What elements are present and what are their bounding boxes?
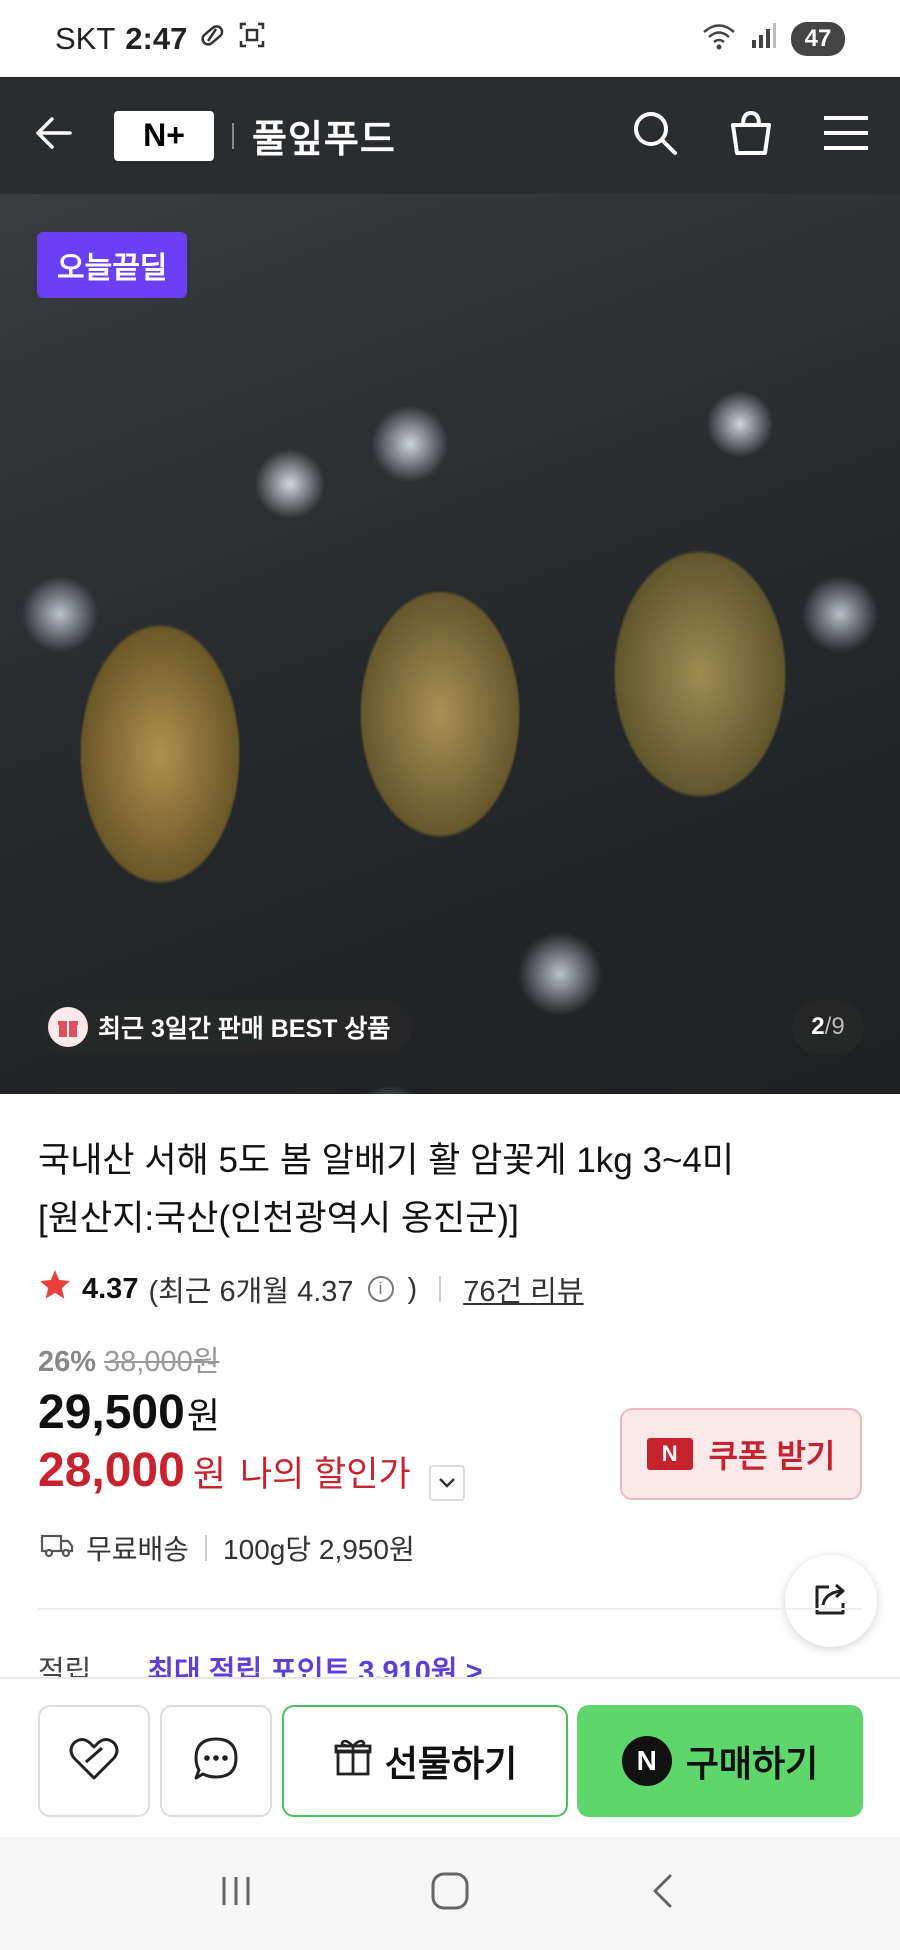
delivery-info: 무료배송 100g당 2,950원 bbox=[40, 1528, 415, 1568]
search-icon[interactable] bbox=[630, 108, 680, 163]
chevron-down-icon[interactable] bbox=[428, 1465, 465, 1501]
my-discount-price: 28,000 원 나의 할인가 bbox=[38, 1443, 465, 1501]
rating-row: 4.37 (최근 6개월 4.37 i ) 76건 리뷰 bbox=[38, 1268, 584, 1310]
info-icon[interactable]: i bbox=[367, 1276, 394, 1302]
chat-bubble-icon bbox=[191, 1734, 241, 1789]
my-price-value: 28,000 bbox=[38, 1444, 185, 1497]
sale-price: 29,500 원 bbox=[38, 1385, 220, 1440]
rating-divider bbox=[439, 1276, 442, 1302]
unit-price: 100g당 2,950원 bbox=[223, 1534, 415, 1565]
product-title: 국내산 서해 5도 봄 알배기 활 암꽃게 1kg 3~4미 [원산지:국산(인… bbox=[38, 1132, 838, 1248]
nplus-logo-text: N+ bbox=[143, 117, 185, 153]
page-separator: / bbox=[824, 1013, 832, 1040]
share-icon bbox=[809, 1577, 853, 1626]
shopping-bag-icon[interactable] bbox=[726, 108, 776, 163]
share-button[interactable] bbox=[785, 1555, 877, 1647]
coupon-n-icon: N bbox=[646, 1438, 693, 1470]
signal-icon bbox=[751, 22, 777, 55]
screenshot-icon bbox=[237, 20, 267, 58]
back-arrow-icon[interactable] bbox=[30, 111, 74, 160]
sale-price-unit: 원 bbox=[186, 1395, 220, 1436]
clock: 2:47 bbox=[125, 20, 188, 56]
top-header: N+ 풀잎푸드 bbox=[0, 77, 900, 194]
truck-icon bbox=[40, 1531, 74, 1566]
page-current: 2 bbox=[811, 1013, 825, 1040]
gift-icon bbox=[333, 1737, 373, 1786]
coupon-label: 쿠폰 받기 bbox=[708, 1438, 836, 1474]
menu-icon[interactable] bbox=[822, 113, 870, 158]
points-row[interactable]: 적립 최대 적립 포인트 3,910원 > bbox=[38, 1648, 483, 1678]
naver-pay-icon: N bbox=[621, 1736, 672, 1786]
pill-icon bbox=[197, 20, 227, 58]
buy-label: 구매하기 bbox=[685, 1743, 819, 1784]
carrier-label: SKT bbox=[55, 20, 116, 56]
rating-recent-close: ) bbox=[407, 1272, 418, 1305]
rating-recent: (최근 6개월 4.37 bbox=[148, 1276, 354, 1308]
discount-row: 26% 38,000원 bbox=[38, 1338, 219, 1380]
battery-indicator: 47 bbox=[791, 21, 845, 56]
points-value[interactable]: 최대 적립 포인트 3,910원 > bbox=[147, 1648, 482, 1678]
image-page-indicator: 2 / 9 bbox=[792, 1000, 864, 1054]
gift-box-icon bbox=[48, 1007, 88, 1047]
best-seller-text: 최근 3일간 판매 BEST 상품 bbox=[98, 1015, 391, 1043]
bottom-action-bar: 선물하기 N 구매하기 bbox=[0, 1677, 900, 1837]
wifi-icon bbox=[701, 21, 737, 56]
product-title-line2: [원산지:국산(인천광역시 옹진군)] bbox=[38, 1199, 519, 1238]
delivery-label: 무료배송 bbox=[86, 1534, 190, 1565]
delivery-divider bbox=[205, 1535, 208, 1561]
get-coupon-button[interactable]: N 쿠폰 받기 bbox=[620, 1408, 862, 1500]
status-bar: SKT 2:47 47 bbox=[0, 0, 900, 77]
rating-score: 4.37 bbox=[82, 1272, 139, 1305]
heart-icon bbox=[66, 1734, 122, 1789]
recent-apps-icon[interactable] bbox=[216, 1871, 256, 1916]
back-nav-icon[interactable] bbox=[644, 1871, 684, 1916]
home-icon[interactable] bbox=[429, 1870, 471, 1917]
page-total: 9 bbox=[831, 1013, 845, 1040]
my-price-unit: 원 bbox=[192, 1453, 226, 1494]
product-title-line1: 국내산 서해 5도 봄 알배기 활 암꽃게 1kg 3~4미 bbox=[38, 1141, 735, 1180]
buy-button[interactable]: N 구매하기 bbox=[577, 1705, 863, 1817]
product-image-carousel[interactable]: 오늘끝딜 최근 3일간 판매 BEST 상품 2 / 9 bbox=[0, 194, 900, 1094]
my-price-label: 나의 할인가 bbox=[239, 1455, 411, 1494]
points-label: 적립 bbox=[38, 1656, 92, 1678]
system-nav-bar bbox=[0, 1837, 900, 1950]
wishlist-button[interactable] bbox=[38, 1705, 150, 1817]
today-deal-badge: 오늘끝딜 bbox=[37, 232, 188, 298]
review-count-link[interactable]: 76건 리뷰 bbox=[463, 1268, 583, 1310]
inquiry-button[interactable] bbox=[160, 1705, 272, 1817]
store-name[interactable]: 풀잎푸드 bbox=[252, 108, 396, 163]
star-icon bbox=[38, 1268, 72, 1310]
sale-price-value: 29,500 bbox=[38, 1386, 185, 1439]
original-price: 38,000원 bbox=[104, 1346, 220, 1378]
best-seller-pill: 최근 3일간 판매 BEST 상품 bbox=[40, 1000, 413, 1054]
nplus-logo[interactable]: N+ bbox=[114, 110, 214, 161]
gift-button[interactable]: 선물하기 bbox=[282, 1705, 568, 1817]
discount-percent: 26% bbox=[38, 1346, 97, 1378]
gift-label: 선물하기 bbox=[384, 1743, 518, 1784]
header-divider bbox=[232, 122, 234, 149]
section-divider bbox=[38, 1608, 862, 1610]
